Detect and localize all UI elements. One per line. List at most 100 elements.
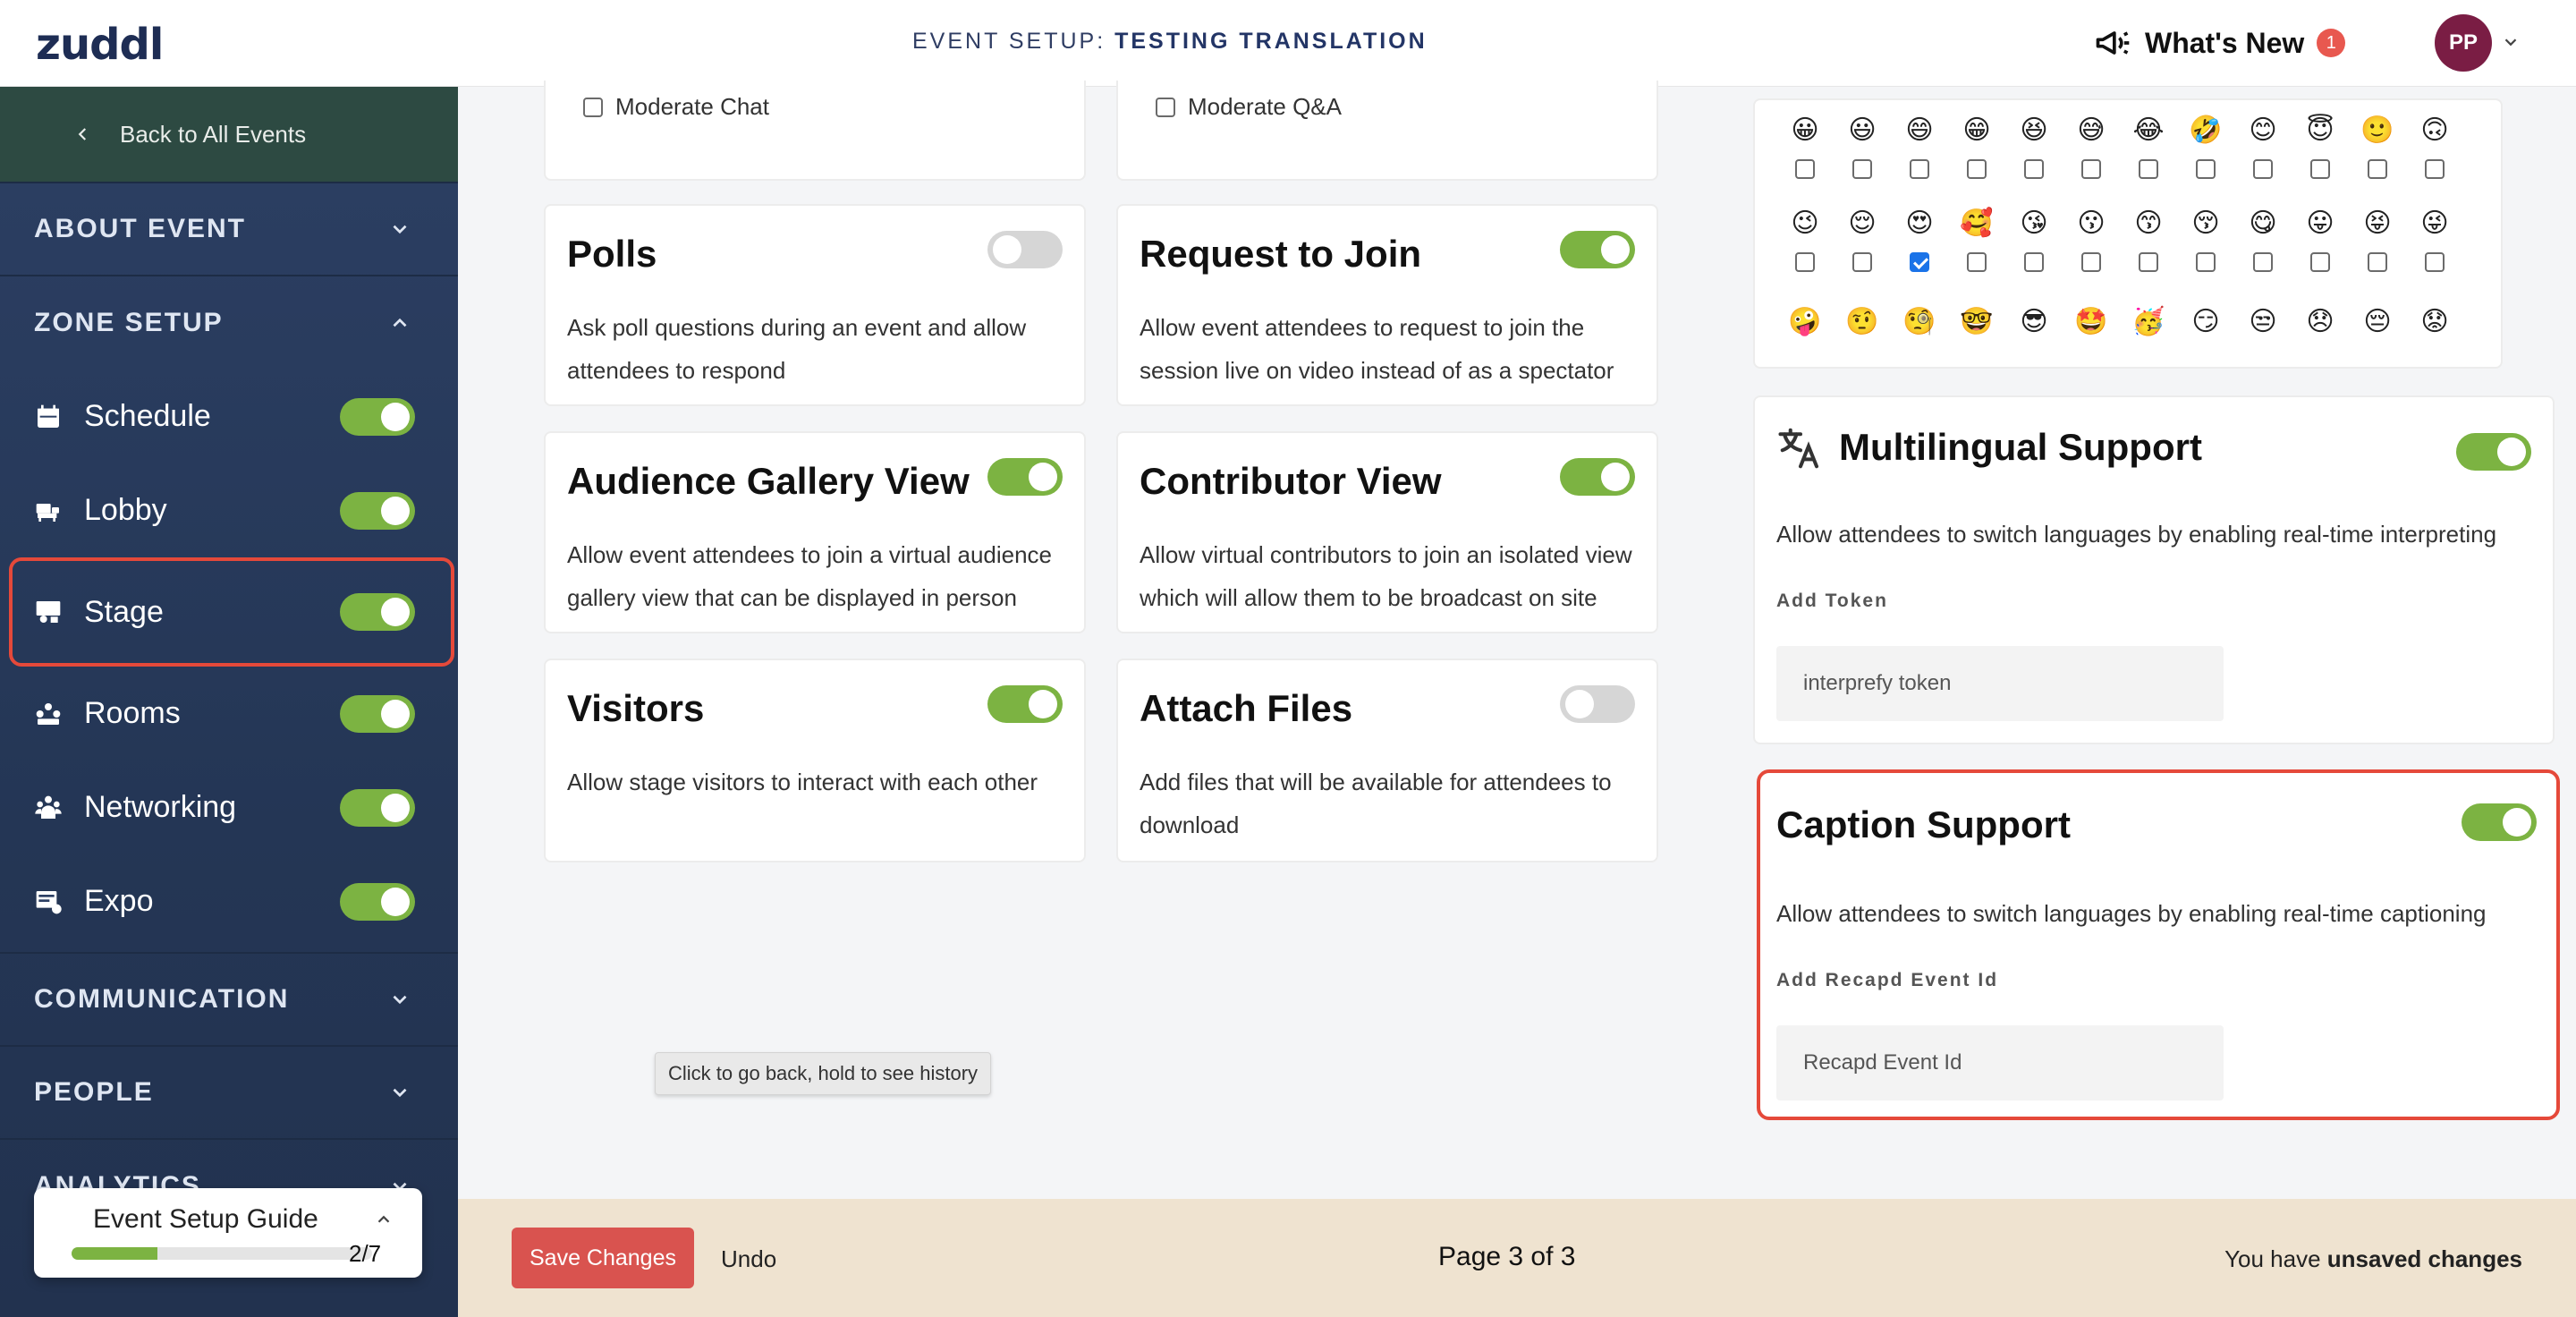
emoji-option: 😞 <box>2292 306 2349 338</box>
feature-description: Allow virtual contributors to join an is… <box>1140 541 1632 611</box>
emoji-checkbox[interactable] <box>2081 252 2101 272</box>
event-setup-guide[interactable]: Event Setup Guide 2/7 <box>34 1188 422 1278</box>
user-avatar[interactable]: PP <box>2435 14 2492 72</box>
calendar-icon <box>38 404 59 428</box>
emoji-checkbox[interactable] <box>2139 252 2158 272</box>
emoji-checkbox[interactable] <box>1967 159 1987 179</box>
guide-progress-count: 2/7 <box>349 1240 382 1267</box>
emoji-glyph: 😌 <box>1848 208 1877 239</box>
emoji-glyph: 😞 <box>2306 306 2334 337</box>
sidebar-item-rooms[interactable]: Rooms <box>0 667 458 760</box>
checkbox-label: Moderate Q&A <box>1188 93 1342 120</box>
section-communication[interactable]: COMMUNICATION <box>0 954 458 1047</box>
zuddl-logo[interactable]: zuddl <box>36 20 164 70</box>
unsaved-strong: unsaved changes <box>2326 1245 2522 1272</box>
emoji-checkbox[interactable] <box>1852 159 1872 179</box>
emoji-checkbox[interactable] <box>1852 252 1872 272</box>
emoji-glyph: 😜 <box>2420 208 2449 239</box>
zone-label: Rooms <box>84 696 181 730</box>
moderate-chat-checkbox[interactable]: Moderate Chat <box>583 93 769 121</box>
emoji-option: 😆 <box>2005 115 2063 147</box>
emoji-option: 😘 <box>2005 208 2063 240</box>
emoji-option: 🧐 <box>1891 306 1948 338</box>
section-people[interactable]: PEOPLE <box>0 1047 458 1140</box>
caption-support-toggle[interactable] <box>2462 803 2537 841</box>
sidebar-item-stage[interactable]: Stage <box>9 557 454 667</box>
event-setup-prefix: EVENT SETUP: <box>912 29 1106 54</box>
networking-toggle[interactable] <box>340 788 415 827</box>
section-zone-setup[interactable]: ZONE SETUP <box>0 276 458 370</box>
feature-description: Allow stage visitors to interact with ea… <box>567 769 1038 795</box>
attach-files-toggle[interactable] <box>1560 685 1635 723</box>
sidebar-item-schedule[interactable]: Schedule <box>0 370 458 463</box>
emoji-checkbox[interactable] <box>2310 159 2330 179</box>
request-to-join-toggle[interactable] <box>1560 231 1635 268</box>
emoji-checkbox[interactable] <box>2196 159 2216 179</box>
chevron-up-icon[interactable] <box>374 1210 394 1229</box>
back-to-all-events-link[interactable]: Back to All Events <box>0 87 458 183</box>
emoji-checkbox[interactable] <box>2310 252 2330 272</box>
emoji-glyph: 😛 <box>2306 208 2334 239</box>
checkbox[interactable] <box>583 97 603 117</box>
guide-progress-bar <box>72 1247 372 1260</box>
emoji-option: 😝 <box>2349 208 2406 240</box>
save-changes-button[interactable]: Save Changes <box>512 1228 694 1288</box>
lobby-toggle[interactable] <box>340 491 415 530</box>
moderate-qa-checkbox[interactable]: Moderate Q&A <box>1156 93 1342 121</box>
sidebar-item-lobby[interactable]: Lobby <box>0 463 458 557</box>
chevron-down-icon[interactable] <box>2501 32 2521 52</box>
feature-card-request-to-join: Request to Join Allow event attendees to… <box>1116 204 1658 406</box>
emoji-glyph: 😆 <box>2020 115 2048 146</box>
checkbox[interactable] <box>1156 97 1175 117</box>
polls-toggle[interactable] <box>987 231 1063 268</box>
emoji-checkbox[interactable] <box>2253 159 2273 179</box>
expo-toggle[interactable] <box>340 882 415 921</box>
emoji-checkbox[interactable] <box>2081 159 2101 179</box>
emoji-checkbox[interactable] <box>1910 252 1929 272</box>
token-input[interactable] <box>1776 646 2224 721</box>
recapd-event-id-input[interactable] <box>1776 1025 2224 1100</box>
sidebar-item-networking[interactable]: Networking <box>0 760 458 854</box>
audience-gallery-view-toggle[interactable] <box>987 458 1063 496</box>
emoji-checkbox[interactable] <box>2196 252 2216 272</box>
feature-title: Visitors <box>567 687 705 729</box>
rooms-toggle[interactable] <box>340 694 415 733</box>
moderate-chat-card: Moderate Chat <box>544 81 1086 181</box>
emoji-checkbox[interactable] <box>2139 159 2158 179</box>
emoji-checkbox[interactable] <box>2368 159 2387 179</box>
emoji-option: 😅 <box>2063 115 2120 147</box>
save-footer: Save Changes Undo Page 3 of 3 You have u… <box>458 1199 2576 1317</box>
emoji-checkbox[interactable] <box>1795 252 1815 272</box>
multilingual-support-toggle[interactable] <box>2456 433 2531 471</box>
feature-card-polls: Polls Ask poll questions during an event… <box>544 204 1086 406</box>
emoji-glyph: 😒 <box>2249 306 2277 337</box>
emoji-checkbox[interactable] <box>1795 159 1815 179</box>
emoji-option: 😉 <box>1776 208 1834 240</box>
emoji-checkbox[interactable] <box>2024 252 2044 272</box>
emoji-option: 😜 <box>2406 208 2463 240</box>
emoji-checkbox[interactable] <box>2425 252 2445 272</box>
emoji-checkbox[interactable] <box>1967 252 1987 272</box>
emoji-checkbox[interactable] <box>2368 252 2387 272</box>
emoji-checkbox[interactable] <box>2425 159 2445 179</box>
undo-button[interactable]: Undo <box>721 1245 776 1273</box>
stage-toggle[interactable] <box>340 593 415 631</box>
contributor-view-toggle[interactable] <box>1560 458 1635 496</box>
section-about-event[interactable]: ABOUT EVENT <box>0 183 458 276</box>
back-button-tooltip: Click to go back, hold to see history <box>655 1052 992 1095</box>
zone-label: Networking <box>84 790 237 824</box>
emoji-glyph: 😗 <box>2077 208 2106 239</box>
caption-support-card: Caption Support Allow attendees to switc… <box>1757 769 2560 1120</box>
chevron-down-icon <box>393 225 407 234</box>
emoji-checkbox[interactable] <box>2024 159 2044 179</box>
emoji-checkbox[interactable] <box>1910 159 1929 179</box>
emoji-checkbox[interactable] <box>2253 252 2273 272</box>
visitors-toggle[interactable] <box>987 685 1063 723</box>
section-label: PEOPLE <box>34 1077 154 1107</box>
rooms-icon <box>36 702 61 725</box>
whats-new-button[interactable]: What's New 1 <box>2093 23 2346 63</box>
emoji-option: 😃 <box>1834 115 1891 147</box>
schedule-toggle[interactable] <box>340 397 415 436</box>
guide-title: Event Setup Guide <box>93 1204 318 1234</box>
sidebar-item-expo[interactable]: Expo <box>0 854 458 948</box>
